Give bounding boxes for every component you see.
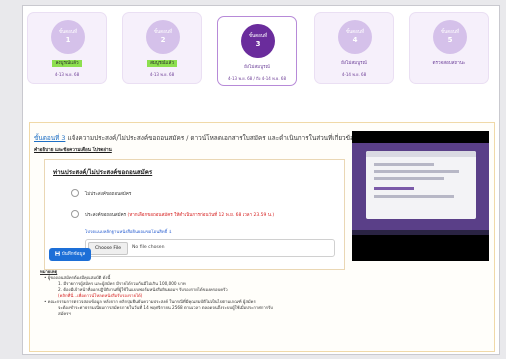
double-chevron-down-icon: ⇓	[168, 230, 173, 235]
step-1-badge: ขั้นตอนที่ 1	[51, 20, 85, 54]
form-title: ท่านประสงค์/ไม่ประสงค์ขอถอนสมัคร	[53, 169, 153, 176]
save-button-label: บันทึกข้อมูล	[61, 252, 86, 257]
step-5-number: 5	[447, 36, 453, 44]
save-button[interactable]: บันทึกข้อมูล	[49, 248, 91, 261]
step-4-number: 4	[352, 36, 358, 44]
video-taskbar	[352, 230, 489, 235]
step-2-date: 4-13 พ.ย. 68	[149, 72, 175, 77]
step-3[interactable]: ขั้นตอนที่ 3 ยังไม่สมบูรณ์ 4-13 พ.ย. 68 …	[217, 16, 297, 86]
notes-section: หมายเหตุ • ผู้ขอถอนสมัครต้องมีคุณสมบัติ …	[40, 269, 480, 317]
step-progress-bar: ขั้นตอนที่ 1 ลงบูรณ์แล้ว 4-13 พ.ย. 68 ขั…	[23, 6, 501, 124]
upload-consent-text: โปรดแนบหลักฐานหนังสือยินยอมขอโอนสิทธิ์	[85, 230, 168, 235]
radio-not-withdraw[interactable]	[71, 189, 79, 197]
step-2-badge: ขั้นตอนที่ 2	[146, 20, 180, 54]
step-3-status: ยังไม่สมบูรณ์	[244, 65, 270, 70]
step-3-number: 3	[255, 40, 261, 48]
step-1-status: ลงบูรณ์แล้ว	[28, 60, 106, 67]
tutorial-video-player[interactable]	[352, 131, 489, 261]
upload-consent-link[interactable]: โปรดแนบหลักฐานหนังสือยินยอมขอโอนสิทธิ์ ⇓	[85, 228, 172, 235]
file-upload-field: Choose File No file chosen	[85, 239, 335, 257]
option-withdraw-label: ประสงค์ขอถอนสมัคร (หากเลือกขอถอนสมัคร ให…	[85, 211, 274, 218]
step-1[interactable]: ขั้นตอนที่ 1 ลงบูรณ์แล้ว 4-13 พ.ย. 68	[27, 12, 107, 84]
withdraw-deadline-note: (หากเลือกขอถอนสมัคร ให้ดำเนินการก่อนวันท…	[127, 213, 275, 218]
notes-line-7: สมัครฯ	[58, 311, 71, 316]
step-1-number: 1	[65, 36, 71, 44]
page-title: ขั้นตอนที่ 3 แจ้งความประสงค์/ไม่ประสงค์ข…	[34, 133, 357, 143]
video-thumbnail	[352, 143, 489, 235]
step-4-badge: ขั้นตอนที่ 4	[338, 20, 372, 54]
step-4-status: ยังไม่สมบูรณ์	[341, 61, 367, 66]
step-3-date: 4-13 พ.ย. 68 / ถึง 4-14 พ.ย. 68	[227, 76, 286, 81]
file-status-text: No file chosen	[132, 245, 165, 250]
step-2[interactable]: ขั้นตอนที่ 2 สมบูรณ์แล้ว 4-13 พ.ย. 68	[122, 12, 202, 84]
step-2-status: สมบูรณ์แล้ว	[123, 60, 201, 67]
option-withdraw-text: ประสงค์ขอถอนสมัคร	[85, 213, 127, 218]
radio-withdraw[interactable]	[71, 210, 79, 218]
step-4[interactable]: ขั้นตอนที่ 4 ยังไม่สมบูรณ์ 4-14 พ.ย. 68	[314, 12, 394, 84]
option-not-withdraw-label: ไม่ประสงค์ขอถอนสมัคร	[85, 192, 132, 197]
step-5[interactable]: ขั้นตอนที่ 5 ตรวจสอบสถานะ	[409, 12, 489, 84]
headline-step-link[interactable]: ขั้นตอนที่ 3	[34, 134, 65, 142]
page-frame: ขั้นตอนที่ 1 ลงบูรณ์แล้ว 4-13 พ.ย. 68 ขั…	[22, 5, 500, 355]
instructions-link[interactable]: คำอธิบาย และข้อความเตือน โปรดอ่าน	[34, 147, 112, 154]
step-5-status: ตรวจสอบสถานะ	[432, 61, 466, 66]
save-disk-icon	[54, 251, 60, 258]
step-1-date: 4-13 พ.ย. 68	[54, 72, 80, 77]
step-3-badge: ขั้นตอนที่ 3	[241, 24, 275, 58]
choose-file-button[interactable]: Choose File	[88, 242, 129, 255]
headline-text: แจ้งความประสงค์/ไม่ประสงค์ขอถอนสมัคร / ด…	[67, 134, 357, 142]
step-2-number: 2	[160, 36, 166, 44]
step-5-badge: ขั้นตอนที่ 5	[433, 20, 467, 54]
step-4-date: 4-14 พ.ย. 68	[341, 72, 367, 77]
step-3-content-card: ขั้นตอนที่ 3 แจ้งความประสงค์/ไม่ประสงค์ข…	[29, 122, 495, 352]
video-screenshot-window	[366, 151, 476, 219]
